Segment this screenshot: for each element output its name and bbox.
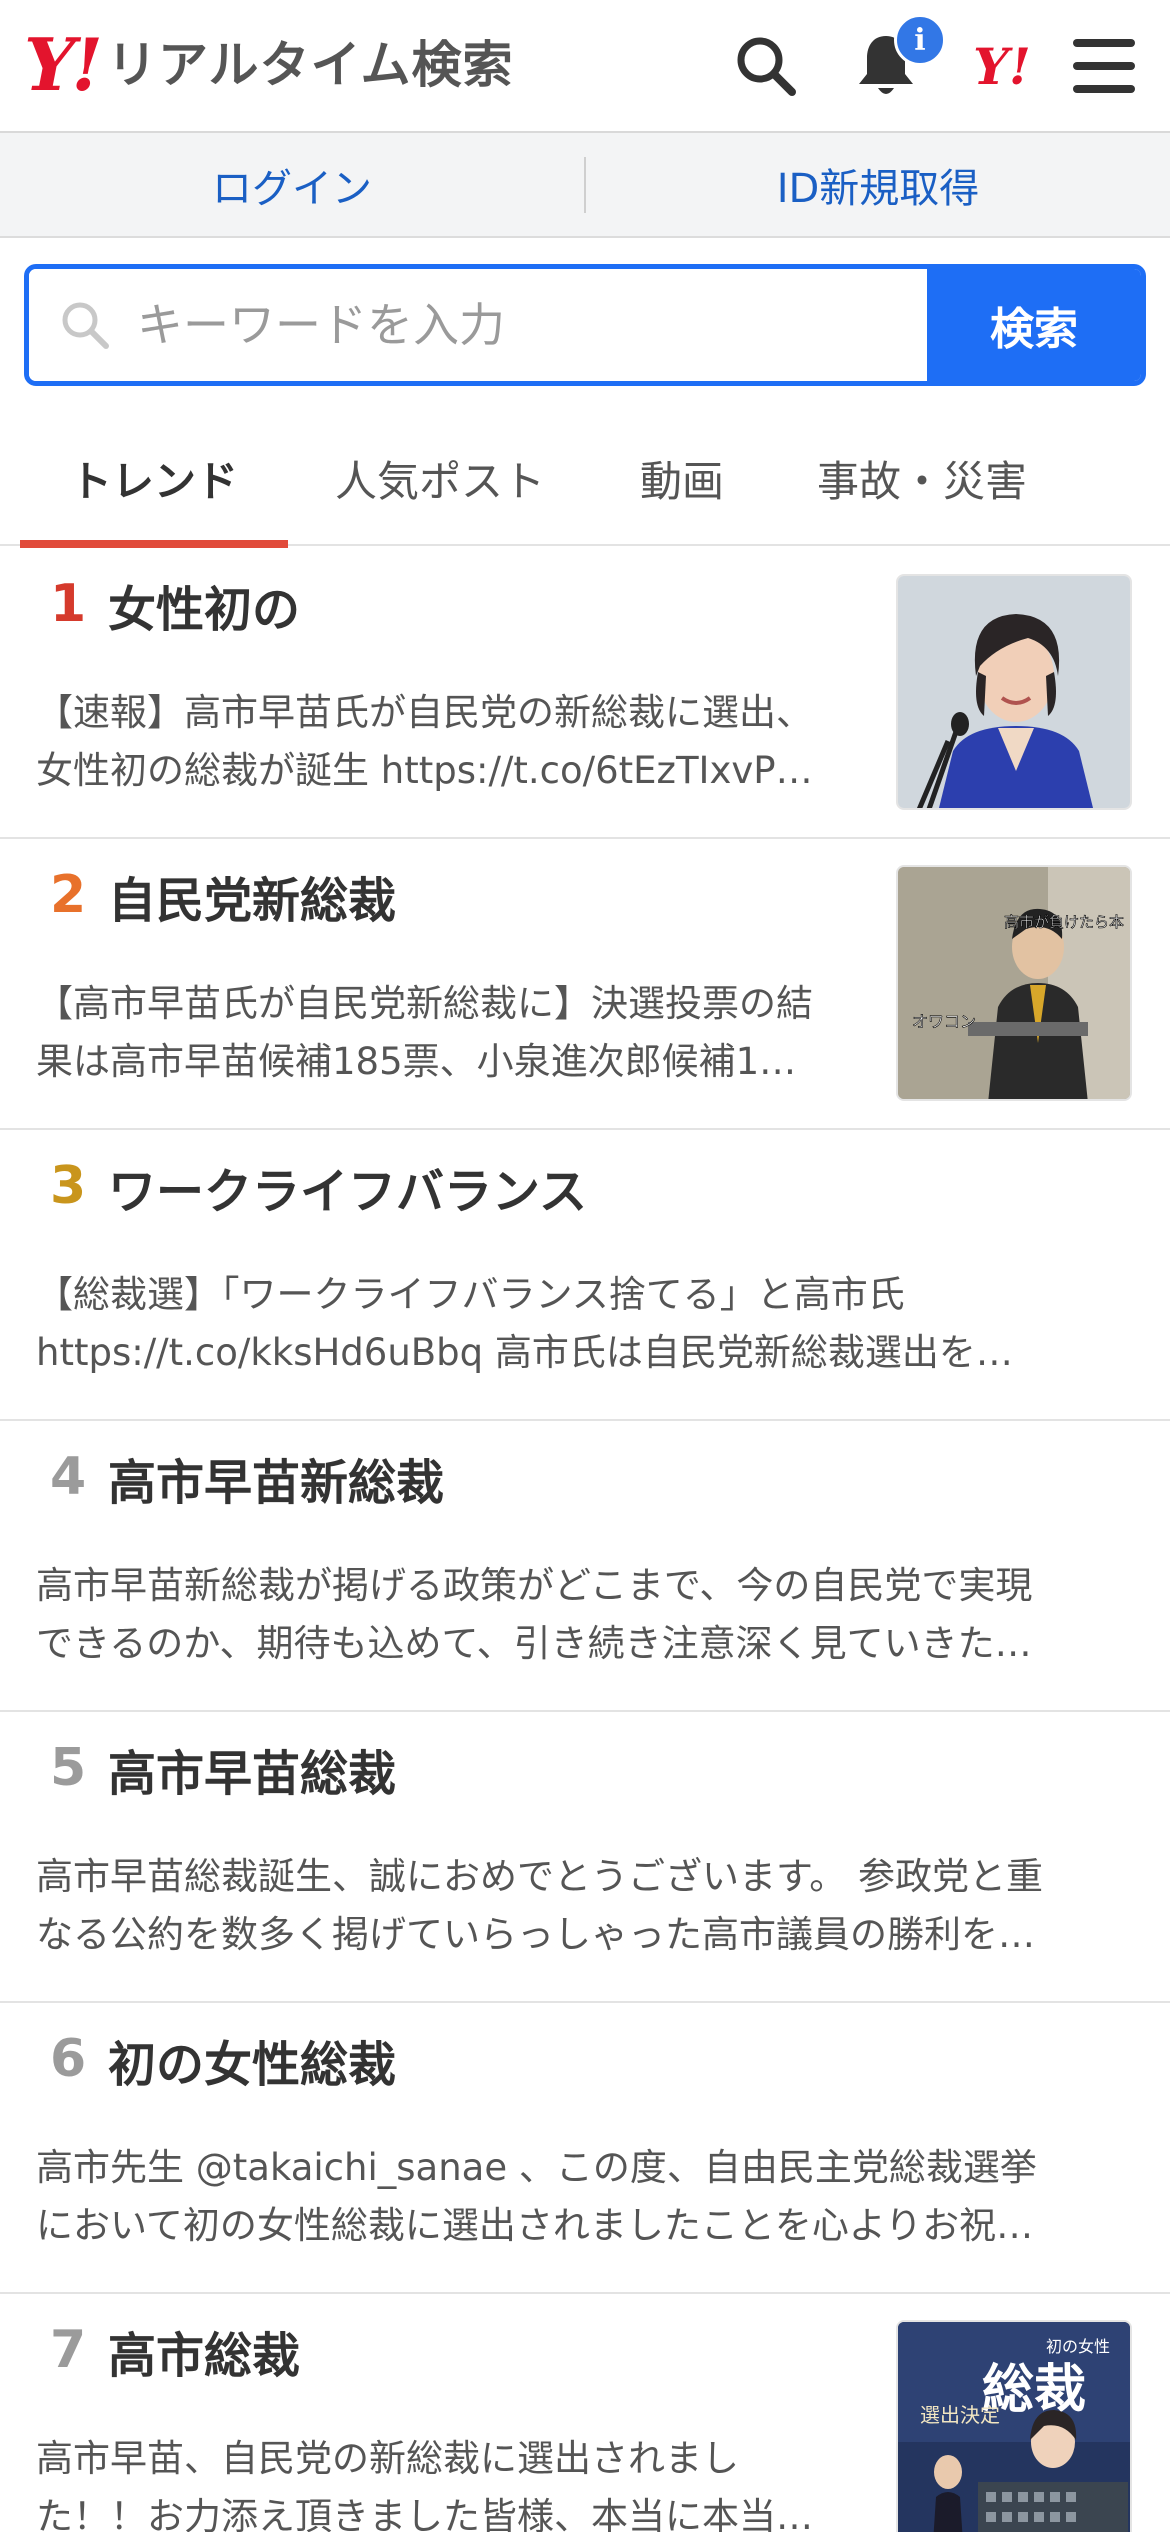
trend-title: 高市早苗新総裁 <box>108 1455 445 1511</box>
trend-item[interactable]: 6 初の女性総裁 高市先生 @takaichi_sanae 、この度、自由民主党… <box>0 2003 1170 2294</box>
snippet-line: 【総裁選】「ワークライフバランス捨てる」と高市氏 <box>36 1273 905 1316</box>
trend-snippet: 【速報】高市早苗氏が自民党の新総裁に選出、 女性初の総裁が誕生 https://… <box>36 684 866 800</box>
tab-trend[interactable]: トレンド <box>20 410 288 548</box>
snippet-line: できるのか、期待も込めて、引き続き注意深く見ていきた… <box>36 1622 1032 1665</box>
search-field-icon <box>62 302 109 349</box>
thumb-caption: オワコン <box>912 1012 976 1031</box>
thumb-caption: 高市が負けたら本 <box>1004 913 1124 931</box>
logo-text: リアルタイム検索 <box>107 36 514 94</box>
trend-title: 自民党新総裁 <box>108 873 397 929</box>
trend-title: 高市総裁 <box>108 2328 301 2384</box>
notification-badge[interactable]: i <box>894 14 946 66</box>
register-link[interactable]: ID新規取得 <box>586 156 1170 214</box>
search-field[interactable] <box>29 269 927 381</box>
search-input[interactable] <box>137 298 837 352</box>
trend-item[interactable]: 3 ワークライフバランス 【総裁選】「ワークライフバランス捨てる」と高市氏 ht… <box>0 1130 1170 1421</box>
category-tabs: トレンド 人気ポスト 動画 事故・災害 <box>0 410 1170 548</box>
trend-item[interactable]: 1 女性初の 【速報】高市早苗氏が自民党の新総裁に選出、 女性初の総裁が誕生 h… <box>0 548 1170 839</box>
trend-title: 女性初の <box>108 582 301 638</box>
tab-accidents-disasters[interactable]: 事故・災害 <box>772 410 1072 546</box>
snippet-line: なる公約を数多く掲げていらっしゃった高市議員の勝利を… <box>36 1913 1035 1956</box>
trend-rank: 2 <box>50 865 87 925</box>
snippet-line: 【高市早苗氏が自民党新総裁に】決選投票の結 <box>36 982 813 1025</box>
trend-title: 高市早苗総裁 <box>108 1746 397 1802</box>
login-link[interactable]: ログイン <box>0 156 584 214</box>
snippet-line: において初の女性総裁に選出されましたことを心よりお祝… <box>36 2204 1034 2247</box>
snippet-line: 【速報】高市早苗氏が自民党の新総裁に選出、 <box>36 691 813 734</box>
snippet-line: た！！お力添え頂きました皆様、本当に本当… <box>36 2495 813 2532</box>
search-bar: 検索 <box>24 264 1146 386</box>
thumb-caption: 初の女性 <box>1046 2337 1110 2356</box>
trend-rank: 7 <box>50 2320 87 2380</box>
hamburger-menu-icon[interactable] <box>1066 28 1142 104</box>
trend-thumbnail[interactable]: 高市が負けたら本 オワコン <box>896 865 1132 1101</box>
yahoo-japan-icon[interactable]: Y! <box>964 28 1040 104</box>
trend-title: ワークライフバランス <box>108 1164 588 1220</box>
snippet-line: 女性初の総裁が誕生 https://t.co/6tEzTIxvP… <box>36 749 813 792</box>
trend-rank: 4 <box>50 1447 87 1507</box>
trend-list: 1 女性初の 【速報】高市早苗氏が自民党の新総裁に選出、 女性初の総裁が誕生 h… <box>0 548 1170 2532</box>
trend-snippet: 高市早苗新総裁が掲げる政策がどこまで、今の自民党で実現 できるのか、期待も込めて… <box>36 1557 1126 1673</box>
snippet-line: https://t.co/kksHd6uBbq 高市氏は自民党新総裁選出を… <box>36 1331 1013 1374</box>
logo-mark: Y! <box>24 22 103 107</box>
trend-item[interactable]: 7 高市総裁 高市早苗、自民党の新総裁に選出されまし た！！お力添え頂きました皆… <box>0 2294 1170 2532</box>
login-bar: ログイン ID新規取得 <box>0 133 1170 238</box>
thumb-caption: 選出決定 <box>920 2403 1000 2427</box>
trend-thumbnail[interactable] <box>896 574 1132 810</box>
tab-popular-posts[interactable]: 人気ポスト <box>288 410 592 546</box>
trend-rank: 1 <box>50 574 87 634</box>
trend-snippet: 高市先生 @takaichi_sanae 、この度、自由民主党総裁選挙 において… <box>36 2139 1126 2255</box>
tab-videos[interactable]: 動画 <box>592 410 772 546</box>
trend-thumbnail[interactable]: 総裁 選出決定 初の女性 <box>896 2320 1132 2532</box>
trend-snippet: 高市早苗総裁誕生、誠におめでとうございます。 参政党と重 なる公約を数多く掲げて… <box>36 1848 1126 1964</box>
trend-snippet: 高市早苗、自民党の新総裁に選出されまし た！！お力添え頂きました皆様、本当に本当… <box>36 2430 866 2532</box>
snippet-line: 高市早苗総裁誕生、誠におめでとうございます。 参政党と重 <box>36 1855 1044 1898</box>
trend-item[interactable]: 2 自民党新総裁 【高市早苗氏が自民党新総裁に】決選投票の結 果は高市早苗候補1… <box>0 839 1170 1130</box>
trend-rank: 5 <box>50 1738 87 1798</box>
snippet-line: 高市先生 @takaichi_sanae 、この度、自由民主党総裁選挙 <box>36 2146 1037 2189</box>
trend-item[interactable]: 5 高市早苗総裁 高市早苗総裁誕生、誠におめでとうございます。 参政党と重 なる… <box>0 1712 1170 2003</box>
search-icon[interactable] <box>728 28 804 104</box>
trend-snippet: 【高市早苗氏が自民党新総裁に】決選投票の結 果は高市早苗候補185票、小泉進次郎… <box>36 975 866 1091</box>
trend-title: 初の女性総裁 <box>108 2037 397 2093</box>
trend-rank: 3 <box>50 1156 87 1216</box>
snippet-line: 高市早苗、自民党の新総裁に選出されまし <box>36 2437 739 2480</box>
app-header: Y! リアルタイム検索 i Y! <box>0 0 1170 133</box>
snippet-line: 果は高市早苗候補185票、小泉進次郎候補1… <box>36 1040 797 1083</box>
yahoo-realtime-logo[interactable]: Y! リアルタイム検索 <box>24 22 514 107</box>
trend-rank: 6 <box>50 2029 87 2089</box>
trend-snippet: 【総裁選】「ワークライフバランス捨てる」と高市氏 https://t.co/kk… <box>36 1266 1126 1382</box>
search-button[interactable]: 検索 <box>927 269 1141 381</box>
snippet-line: 高市早苗新総裁が掲げる政策がどこまで、今の自民党で実現 <box>36 1564 1033 1607</box>
trend-item[interactable]: 4 高市早苗新総裁 高市早苗新総裁が掲げる政策がどこまで、今の自民党で実現 でき… <box>0 1421 1170 1712</box>
